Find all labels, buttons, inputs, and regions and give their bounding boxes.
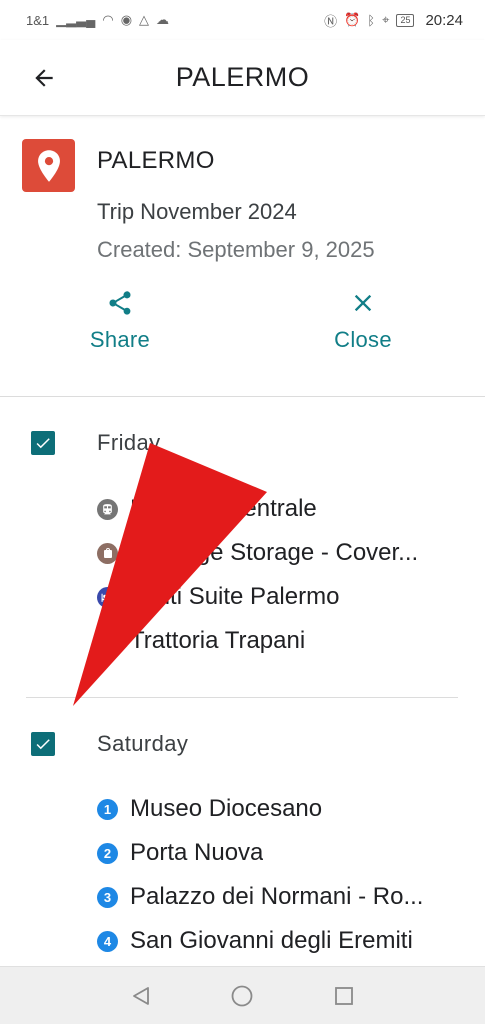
restaurant-icon [97,630,118,652]
system-nav-bar [0,966,485,1024]
eye-icon: ◉ [120,12,133,27]
close-icon [354,294,372,312]
close-button[interactable]: Close [303,289,423,353]
status-bar: 1&1 ▁▂▃▄ ◠ ◉ △ ☁ Ⓝ ⏰ ᛒ ⌖ 25 20:24 [0,0,485,40]
shopping-bag-icon [97,542,118,564]
map-created-date: Created: September 9, 2025 [97,237,375,262]
number-marker-icon: 4 [97,930,118,952]
number-marker-icon: 2 [97,842,118,864]
list-item[interactable]: 2 Porta Nuova [97,833,467,873]
triangle-icon: △ [139,12,150,27]
square-recents-icon [335,986,354,1005]
nav-recents-button[interactable] [324,976,364,1016]
day-divider [26,697,458,698]
battery-icon: 25 [396,13,415,27]
share-button[interactable]: Share [60,289,180,353]
location-icon: ⌖ [382,12,390,27]
place-name: Porta Nuova [130,839,264,866]
status-bar-left: 1&1 ▁▂▃▄ ◠ ◉ △ ☁ [26,12,169,28]
list-item[interactable]: 4 San Giovanni degli Eremiti [97,921,467,961]
map-pin-icon [37,149,60,182]
list-item[interactable]: Luggage Storage - Cover... [97,533,467,573]
list-item[interactable]: Politi Suite Palermo [97,577,467,617]
day-checkbox-friday[interactable] [31,431,55,455]
day-name: Saturday [97,731,189,756]
nav-back-button[interactable] [121,976,161,1016]
list-item[interactable]: Trattoria Trapani [97,621,467,661]
carrier-label: 1&1 [26,12,50,28]
place-name: Politi Suite Palermo [130,583,340,610]
place-name: Luggage Storage - Cover... [130,539,419,566]
page-title: PALERMO [175,62,310,92]
alarm-icon: ⏰ [344,12,361,27]
place-name: Palazzo dei Normani - Ro... [130,883,424,910]
arrow-back-icon [35,68,53,87]
clock: 20:24 [425,11,463,29]
list-item[interactable]: 3 Palazzo dei Normani - Ro... [97,877,467,917]
app-bar: PALERMO [0,40,485,116]
checkmark-icon [36,739,50,750]
day-checkbox-saturday[interactable] [31,732,55,756]
number-marker-icon: 3 [97,886,118,908]
number-marker-icon: 1 [97,798,118,820]
cloud-icon: ☁ [156,12,170,27]
place-name: Palermo Centrale [130,495,317,522]
place-name: Trattoria Trapani [130,627,306,654]
place-name: Museo Diocesano [130,795,323,822]
map-header: PALERMO Trip November 2024 Created: Sept… [0,117,485,397]
close-label: Close [334,327,392,352]
train-icon [97,498,118,520]
map-description: Trip November 2024 [97,199,297,224]
circle-home-icon [232,985,253,1006]
share-label: Share [89,327,151,352]
hotel-icon [97,586,118,608]
share-icon [109,291,131,315]
nfc-icon: Ⓝ [324,13,338,29]
nav-home-button[interactable] [222,976,262,1016]
place-name: San Giovanni degli Eremiti [130,927,413,954]
list-item[interactable]: 1 Museo Diocesano [97,789,467,829]
map-name: PALERMO [97,147,215,174]
wifi-icon: ◠ [102,12,114,27]
checkmark-icon [36,438,50,449]
status-bar-right: Ⓝ ⏰ ᛒ ⌖ 25 20:24 [324,11,463,30]
map-pin-tile [22,139,75,192]
day-name: Friday [97,430,161,455]
back-button[interactable] [24,58,64,98]
bluetooth-icon: ᛒ [367,12,376,28]
signal-icon: ▁▂▃▄ [56,12,96,27]
list-item[interactable]: Palermo Centrale [97,489,467,529]
triangle-back-icon [132,986,149,1005]
